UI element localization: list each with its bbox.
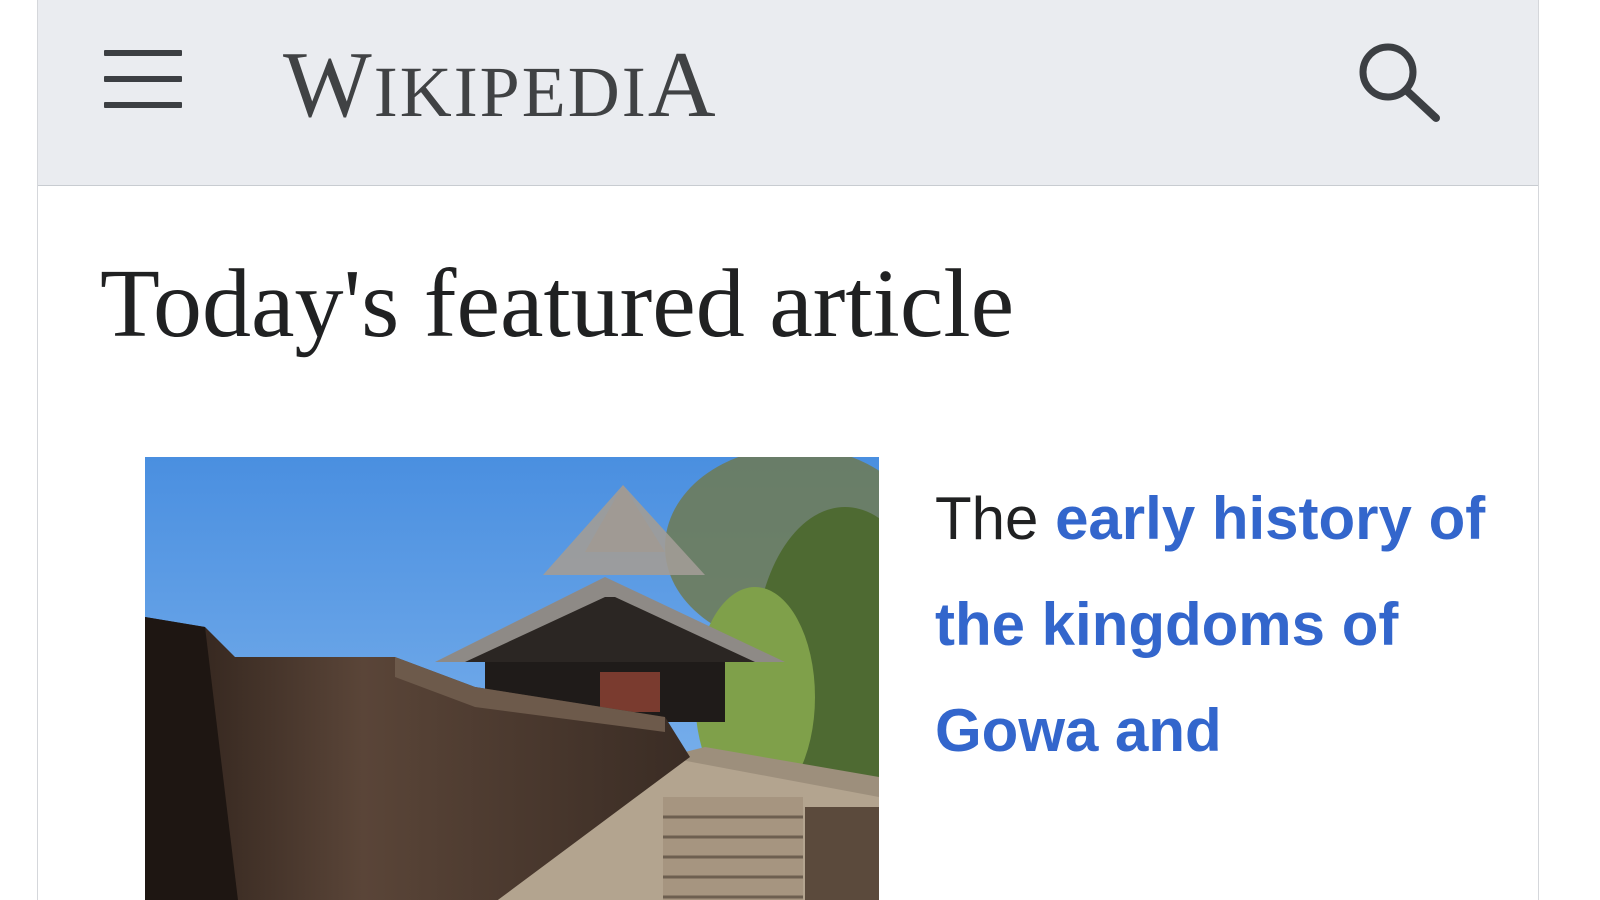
site-header: WIKIPEDIA bbox=[38, 0, 1538, 186]
featured-article-image[interactable] bbox=[145, 457, 879, 900]
wordmark-middle: IKIPEDI bbox=[373, 52, 648, 132]
search-icon bbox=[1359, 43, 1440, 122]
main-menu-button[interactable] bbox=[100, 40, 186, 126]
wordmark-final: A bbox=[647, 33, 718, 137]
fortress-photo bbox=[145, 457, 879, 900]
wordmark-initial: W bbox=[283, 33, 374, 137]
mobile-page-frame: WIKIPEDIA Today's featured article The e… bbox=[37, 0, 1539, 900]
wikipedia-wordmark[interactable]: WIKIPEDIA bbox=[283, 30, 718, 140]
extract-lead-text: The bbox=[935, 485, 1056, 552]
featured-article-heading: Today's featured article bbox=[100, 250, 1015, 358]
search-button[interactable] bbox=[1350, 34, 1446, 130]
featured-article-extract: The early history of the kingdoms of Gow… bbox=[935, 466, 1495, 784]
